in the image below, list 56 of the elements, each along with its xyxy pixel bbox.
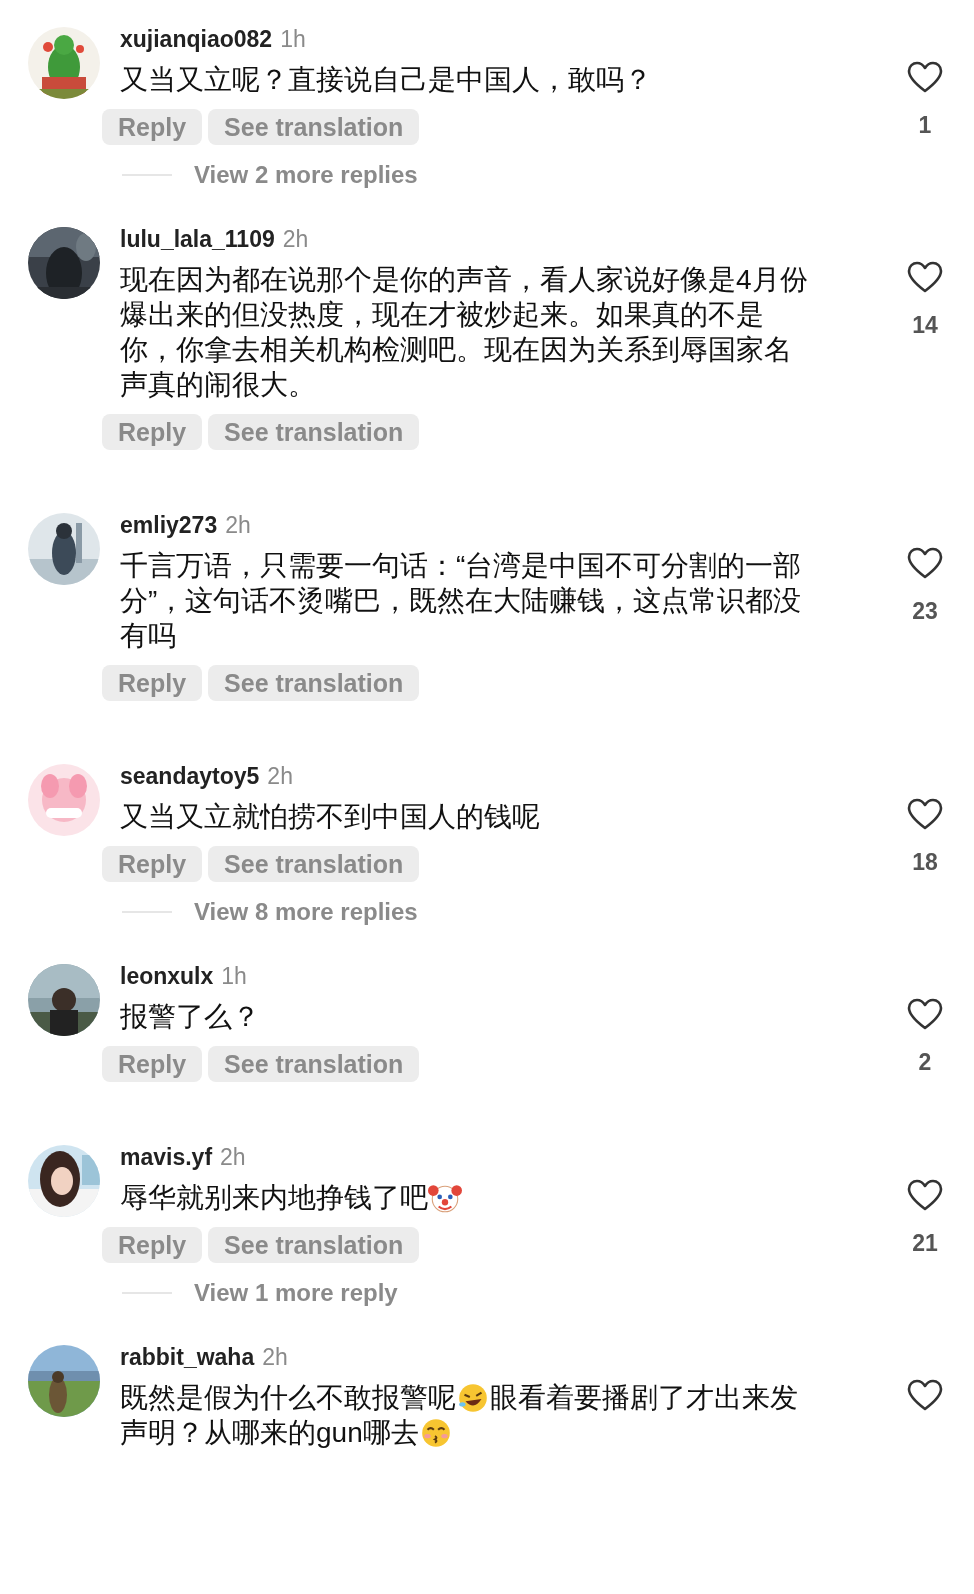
like-count: 18 — [912, 848, 938, 876]
reply-button[interactable]: Reply — [102, 1046, 203, 1082]
like-count: 14 — [912, 311, 938, 339]
heart-icon[interactable] — [907, 1379, 943, 1411]
view-replies-link[interactable]: View 1 more reply — [194, 1279, 398, 1307]
like-count: 2 — [918, 1048, 932, 1076]
comment-text: 千言万语，只需要一句话：“台湾是中国不可分割的一部 — [120, 549, 802, 583]
translation-button[interactable]: See translation — [208, 1227, 420, 1263]
comment-text: 现在因为都在说那个是你的声音，看人家说好像是4月份 — [120, 263, 808, 297]
comment-text: 声真的闹很大。 — [120, 368, 316, 402]
heart-icon[interactable] — [907, 998, 943, 1030]
comment-text: 有吗 — [120, 619, 176, 653]
username[interactable]: mavis.yf — [120, 1143, 213, 1171]
timestamp: 2h — [225, 511, 251, 539]
heart-icon[interactable] — [907, 61, 943, 93]
username[interactable]: rabbit_waha — [120, 1343, 255, 1371]
translation-button[interactable]: See translation — [208, 665, 420, 701]
comment-text: 你，你拿去相关机构检测吧。现在因为关系到辱国家名 — [120, 333, 792, 367]
like-count: 1 — [918, 111, 932, 139]
comment-text: 又当又立呢？直接说自己是中国人，敢吗？ — [120, 63, 652, 97]
view-replies-link[interactable]: View 8 more replies — [194, 898, 418, 926]
timestamp: 2h — [282, 225, 309, 253]
reply-button[interactable]: Reply — [102, 846, 203, 882]
comment-text: 爆出来的但没热度，现在才被炒起来。如果真的不是 — [120, 298, 764, 332]
comment-text: 辱华就别来内地挣钱了吧 — [120, 1181, 428, 1215]
comment-text: 分”，这句话不烫嘴巴，既然在大陆赚钱，这点常识都没 — [120, 584, 802, 618]
translation-button[interactable]: See translation — [208, 1046, 420, 1082]
view-replies-link[interactable]: View 2 more replies — [194, 161, 418, 189]
heart-icon[interactable] — [907, 1179, 943, 1211]
heart-icon[interactable] — [907, 547, 943, 579]
reply-button[interactable]: Reply — [102, 665, 203, 701]
comment-text: 声明？从哪来的gun哪去 — [120, 1416, 419, 1450]
reply-button[interactable]: Reply — [102, 414, 203, 450]
timestamp: 1h — [221, 962, 247, 990]
comment-text: 既然是假为什么不敢报警呢 — [120, 1381, 456, 1415]
timestamp: 2h — [220, 1143, 246, 1171]
timestamp: 2h — [267, 762, 293, 790]
comment-text: 又当又立就怕捞不到中国人的钱呢 — [120, 800, 540, 834]
reply-button[interactable]: Reply — [102, 1227, 203, 1263]
comment-text: 报警了么？ — [120, 1000, 260, 1034]
like-count: 21 — [912, 1229, 938, 1257]
username[interactable]: emliy273 — [120, 511, 218, 539]
timestamp: 2h — [262, 1343, 288, 1371]
username[interactable]: leonxulx — [120, 962, 214, 990]
comment-text: 眼看着要播剧了才出来发 — [490, 1381, 798, 1415]
username[interactable]: seandaytoy5 — [120, 762, 260, 790]
reply-button[interactable]: Reply — [102, 109, 203, 145]
like-count: 23 — [912, 597, 938, 625]
translation-button[interactable]: See translation — [208, 414, 420, 450]
heart-icon[interactable] — [907, 798, 943, 830]
translation-button[interactable]: See translation — [208, 846, 420, 882]
username[interactable]: lulu_lala_1109 — [120, 225, 275, 253]
timestamp: 1h — [280, 25, 306, 53]
translation-button[interactable]: See translation — [208, 109, 420, 145]
username[interactable]: xujianqiao082 — [120, 25, 273, 53]
heart-icon[interactable] — [907, 261, 943, 293]
